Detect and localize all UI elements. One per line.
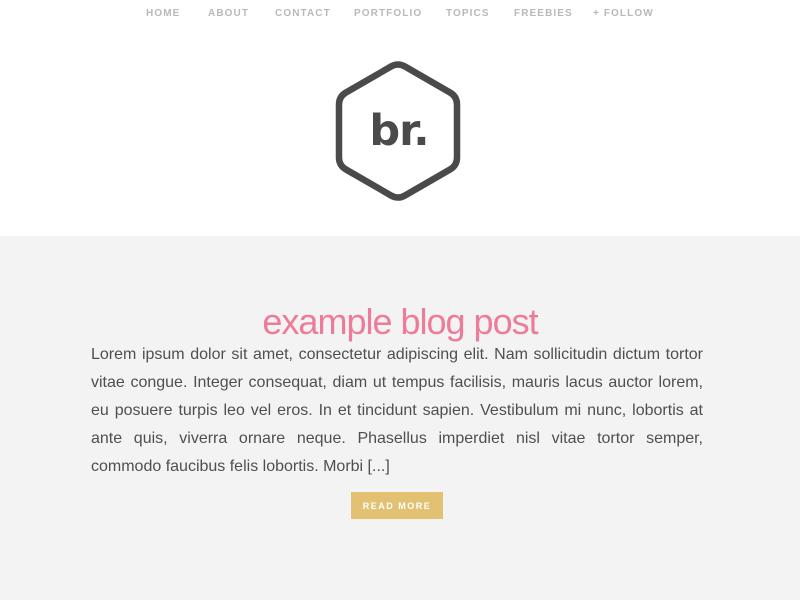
nav-item-home[interactable]: HOME — [146, 8, 180, 20]
nav-item-contact[interactable]: CONTACT — [275, 8, 331, 20]
read-more-button[interactable]: READ MORE — [351, 492, 443, 519]
nav-item-topics[interactable]: TOPICS — [446, 8, 490, 20]
nav-item-about[interactable]: ABOUT — [208, 8, 249, 20]
nav-item-portfolio[interactable]: PORTFOLIO — [354, 8, 422, 20]
site-header: br. — [0, 28, 800, 236]
nav-item-freebies[interactable]: FREEBIES — [514, 8, 573, 20]
post-title[interactable]: example blog post — [0, 300, 800, 344]
blog-post-section: example blog post Lorem ipsum dolor sit … — [0, 236, 800, 600]
post-excerpt: Lorem ipsum dolor sit amet, consectetur … — [91, 346, 703, 475]
top-navigation: HOME ABOUT CONTACT PORTFOLIO TOPICS FREE… — [0, 0, 800, 28]
logo-text: br. — [369, 106, 429, 156]
site-logo[interactable]: br. — [333, 60, 463, 202]
nav-item-follow[interactable]: + FOLLOW — [593, 8, 654, 20]
